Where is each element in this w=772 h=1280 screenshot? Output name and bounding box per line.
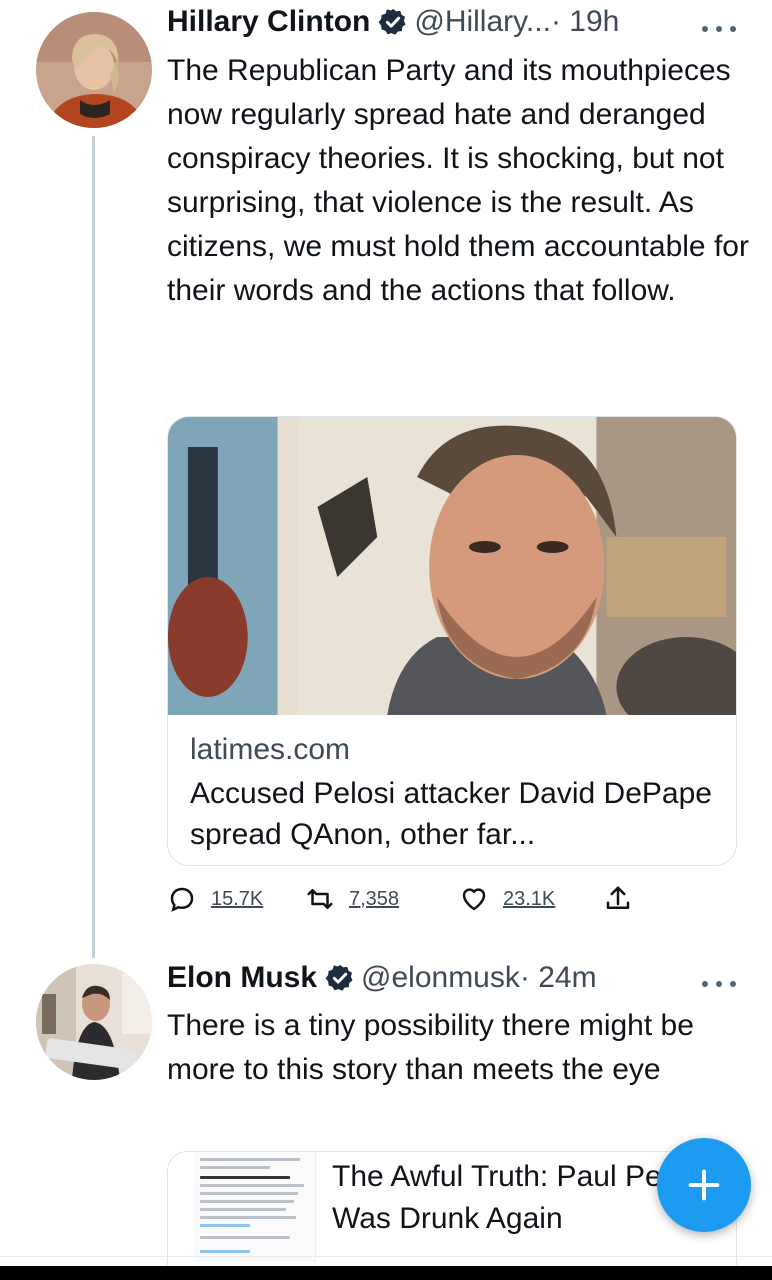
card-title: Accused Pelosi attacker David DePape spr…: [190, 777, 712, 851]
author-handle[interactable]: @Hillary...: [414, 5, 551, 39]
share-icon: [606, 886, 630, 909]
heart-icon: [462, 888, 486, 911]
avatar-hillary-clinton[interactable]: [36, 12, 152, 128]
reply-button[interactable]: 15.7K: [167, 884, 263, 914]
avatar-elon-musk[interactable]: [36, 964, 152, 1080]
reply-icon: [170, 887, 194, 912]
like-button[interactable]: 23.1K: [459, 884, 555, 914]
card-domain: latimes.com: [190, 733, 351, 766]
thread-connector-line: [92, 136, 95, 958]
link-preview-card[interactable]: The Awful Truth: Paul Pelosi Was Drunk A…: [167, 1151, 737, 1271]
share-button[interactable]: [603, 884, 633, 914]
retweet-icon: [307, 889, 333, 909]
tweet-text: There is a tiny possibility there might …: [167, 1009, 694, 1086]
author-name[interactable]: Hillary Clinton: [167, 5, 370, 39]
tweet-header: Hillary Clinton @Hillary... · 19h: [167, 5, 619, 39]
plus-icon: [688, 1169, 720, 1201]
divider: [0, 1256, 772, 1257]
retweet-count: 7,358: [349, 887, 400, 910]
tweet-header: Elon Musk @elonmusk · 24m: [167, 961, 597, 995]
card-thumbnail: [194, 1152, 316, 1262]
like-count: 23.1K: [503, 887, 556, 910]
timestamp[interactable]: · 19h: [551, 5, 619, 39]
verified-badge-icon: [378, 7, 408, 37]
tweet-actions: 15.7K 7,358 23.1K: [167, 884, 647, 924]
more-dots-icon[interactable]: [702, 977, 736, 991]
system-bottom-bar: [0, 1266, 772, 1280]
author-handle[interactable]: @elonmusk: [361, 961, 520, 995]
tweet-text: The Republican Party and its mouthpieces…: [167, 54, 749, 307]
article-photo: [168, 417, 736, 715]
link-preview-card[interactable]: latimes.com Accused Pelosi attacker Davi…: [167, 416, 737, 866]
verified-badge-icon: [325, 963, 355, 993]
retweet-button[interactable]: 7,358: [305, 884, 399, 914]
more-dots-icon[interactable]: [702, 22, 736, 36]
timestamp[interactable]: · 24m: [520, 961, 597, 995]
compose-button[interactable]: [657, 1138, 751, 1232]
author-name[interactable]: Elon Musk: [167, 961, 317, 995]
reply-count: 15.7K: [211, 887, 264, 910]
